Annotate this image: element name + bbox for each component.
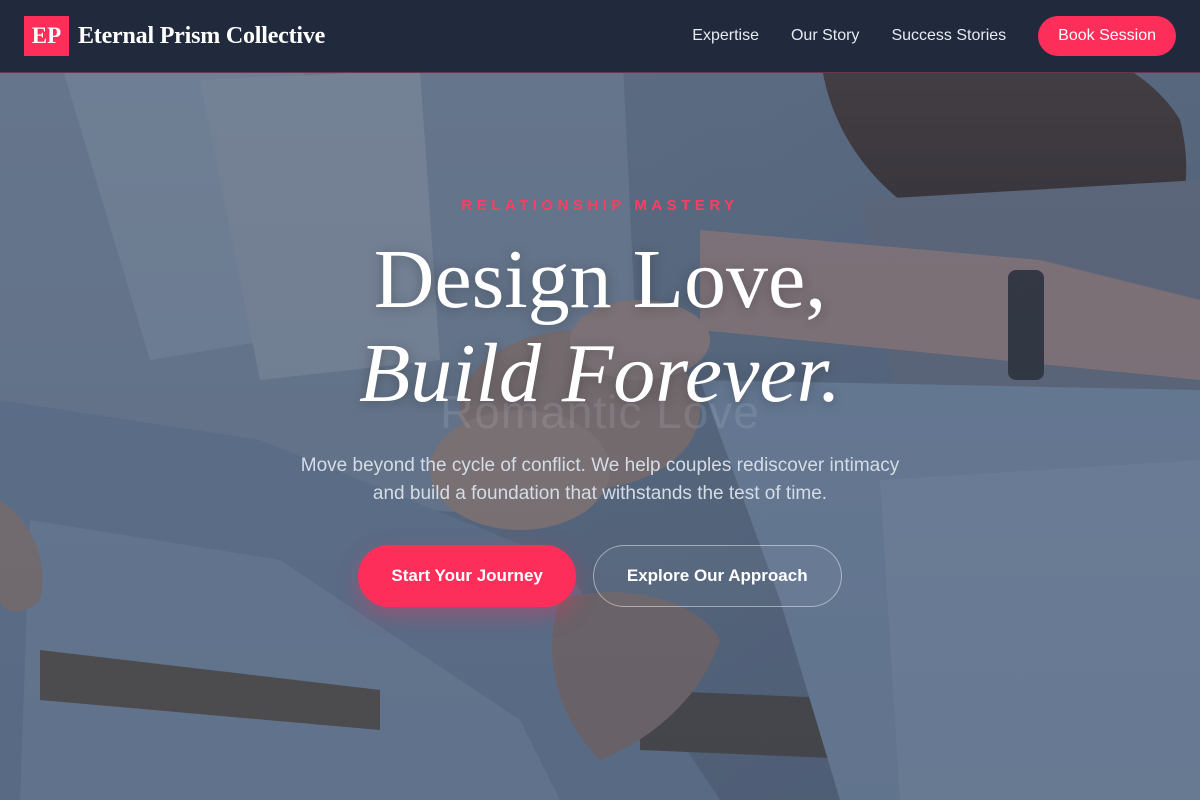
headline-line-1: Design Love, (373, 233, 827, 326)
book-session-button[interactable]: Book Session (1038, 16, 1176, 56)
logo-mark: EP (24, 16, 69, 56)
hero-cta-row: Start Your Journey Explore Our Approach (0, 545, 1200, 607)
hero-eyebrow: RELATIONSHIP MASTERY (461, 197, 739, 214)
brand-logo[interactable]: EP Eternal Prism Collective (24, 16, 325, 56)
page: EP Eternal Prism Collective Expertise Ou… (0, 0, 1200, 800)
site-header: EP Eternal Prism Collective Expertise Ou… (0, 0, 1200, 73)
ghost-background-text: Romantic Love (440, 386, 760, 438)
hero-subtext: Move beyond the cycle of conflict. We he… (300, 455, 900, 504)
start-journey-button[interactable]: Start Your Journey (358, 545, 576, 607)
brand-name: Eternal Prism Collective (78, 22, 326, 49)
nav-link-our-story[interactable]: Our Story (791, 27, 859, 45)
nav-link-expertise[interactable]: Expertise (692, 27, 759, 45)
nav-link-success-stories[interactable]: Success Stories (891, 27, 1006, 45)
main-nav: Expertise Our Story Success Stories Book… (660, 16, 1176, 56)
hero-section: RELATIONSHIP MASTERY Design Love, Build … (0, 73, 1200, 800)
explore-approach-button[interactable]: Explore Our Approach (592, 545, 842, 607)
